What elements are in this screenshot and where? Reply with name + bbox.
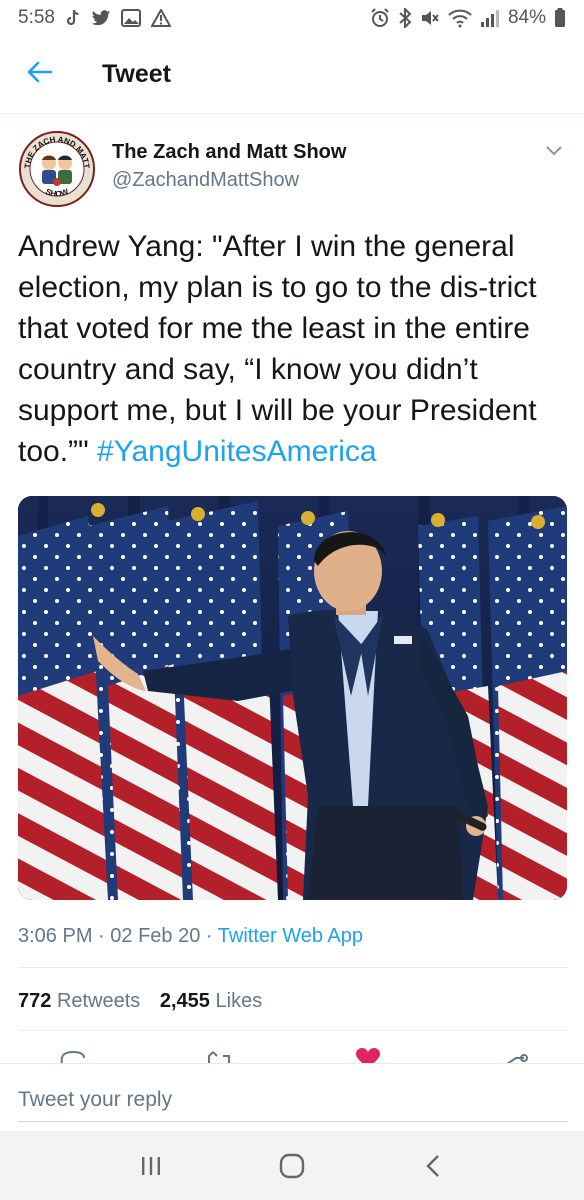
battery-percent: 84% xyxy=(507,7,546,28)
page-title: Tweet xyxy=(102,60,171,88)
twitter-icon xyxy=(91,9,111,27)
retweets-stat[interactable]: 772 Retweets xyxy=(18,990,140,1012)
battery-icon xyxy=(554,8,566,28)
arrow-left-icon xyxy=(27,61,53,88)
likes-stat[interactable]: 2,455 Likes xyxy=(160,990,262,1012)
app-header: Tweet xyxy=(0,36,584,114)
back-button[interactable] xyxy=(0,36,80,114)
meta-separator: · xyxy=(98,925,111,947)
author-handle[interactable]: @ZachandMattShow xyxy=(112,165,346,195)
author-display-name[interactable]: The Zach and Matt Show xyxy=(112,139,346,165)
mute-icon xyxy=(420,8,440,28)
back-nav-button[interactable] xyxy=(409,1142,457,1190)
home-button[interactable] xyxy=(268,1142,316,1190)
recent-apps-button[interactable] xyxy=(127,1142,175,1190)
gallery-icon xyxy=(120,9,141,27)
chevron-left-icon xyxy=(426,1154,440,1177)
tweet-options-button[interactable] xyxy=(540,138,568,166)
warning-icon xyxy=(150,9,171,27)
reply-input[interactable] xyxy=(18,1078,568,1122)
wifi-icon xyxy=(448,8,472,28)
tiktok-icon xyxy=(65,9,81,27)
avatar[interactable]: THE ZACH AND MATT SHOW xyxy=(18,130,96,208)
home-icon xyxy=(279,1153,305,1178)
photo-image xyxy=(18,496,567,900)
status-bar: 5:58 84% xyxy=(0,0,584,36)
recent-apps-icon xyxy=(141,1156,160,1175)
tweet-date: 02 Feb 20 xyxy=(110,925,201,947)
alarm-icon xyxy=(370,8,390,28)
reply-bar xyxy=(0,1063,584,1131)
tweet-author: THE ZACH AND MATT SHOW The Zach and Matt… xyxy=(18,130,568,212)
meta-separator: · xyxy=(205,925,218,947)
retweets-count: 772 xyxy=(18,990,52,1012)
tweet-body: Andrew Yang: "After I win the general el… xyxy=(18,230,537,468)
tweet-photo[interactable] xyxy=(18,496,567,900)
tweet-time: 3:06 PM xyxy=(18,925,93,947)
android-nav-bar xyxy=(0,1131,584,1200)
status-time: 5:58 xyxy=(18,7,55,28)
tweet-meta: 3:06 PM · 02 Feb 20 · Twitter Web App xyxy=(18,918,568,954)
avatar-logo: THE ZACH AND MATT SHOW xyxy=(18,130,96,208)
tweet-text: Andrew Yang: "After I win the general el… xyxy=(18,226,568,472)
hashtag-link[interactable]: #YangUnitesAmerica xyxy=(97,435,377,468)
signal-icon xyxy=(480,8,500,28)
divider xyxy=(18,1030,568,1031)
likes-count: 2,455 xyxy=(159,990,210,1012)
bluetooth-icon xyxy=(398,8,412,28)
likes-label: Likes xyxy=(215,990,263,1012)
chevron-down-icon xyxy=(546,143,562,161)
tweet-source-link[interactable]: Twitter Web App xyxy=(218,925,363,947)
tweet-stats: 772 Retweets 2,455 Likes xyxy=(18,984,568,1018)
divider xyxy=(18,967,568,968)
retweets-label: Retweets xyxy=(56,990,141,1012)
